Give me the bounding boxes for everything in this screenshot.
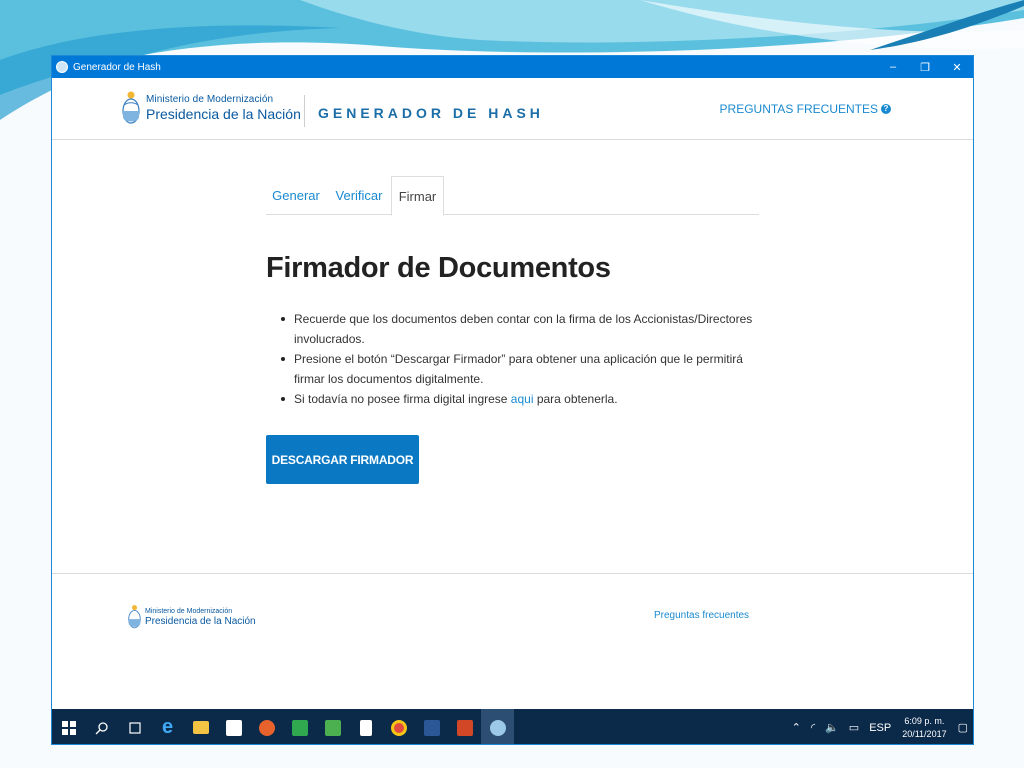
org-line1: Ministerio de Modernización [146,94,274,105]
page-title: Firmador de Documentos [266,252,611,284]
taskbar: e ⌃ ◜ 🔈 ▭ ESP 6:09 p. m. 20/11/2017 ▢ [52,709,973,744]
window-titlebar: Generador de Hash – ❐ ✕ [52,56,973,78]
clock[interactable]: 6:09 p. m. 20/11/2017 [896,715,952,741]
word-icon[interactable] [415,709,448,744]
notifications-icon[interactable]: ▢ [953,721,973,734]
list-item: Si todavía no posee firma digital ingres… [278,389,758,409]
app-icon [56,61,68,73]
footer-org-line1: Ministerio de Modernización [145,607,233,615]
volume-icon[interactable]: 🔈 [820,721,844,734]
keyboard-icon[interactable]: ▭ [844,721,864,734]
bullet3-text-before: Si todavía no posee firma digital ingres… [294,392,511,406]
question-icon: ? [881,104,891,114]
task-view-icon[interactable] [118,709,151,744]
close-button[interactable]: ✕ [941,56,973,78]
minimize-button[interactable]: – [877,56,909,78]
clock-date: 20/11/2017 [902,728,947,739]
language-indicator[interactable]: ESP [864,722,896,734]
coat-of-arms-icon [128,605,141,629]
tab-generar[interactable]: Generar [266,176,326,215]
faq-link[interactable]: PREGUNTAS FRECUENTES ? [720,102,891,116]
list-item: Recuerde que los documentos deben contar… [278,309,758,349]
window-title: Generador de Hash [73,61,161,73]
org-line2: Presidencia de la Nación [146,106,301,122]
brand-logo[interactable]: Ministerio de Modernización Presidencia … [122,88,301,128]
download-firmador-button[interactable]: DESCARGAR FIRMADOR [266,435,419,484]
tab-verificar[interactable]: Verificar [328,176,390,215]
firefox-icon[interactable] [250,709,283,744]
aqui-link[interactable]: aqui [511,392,534,406]
edge-browser-icon[interactable]: e [151,709,184,744]
hash-app-icon[interactable] [481,709,514,744]
coat-of-arms-icon [122,91,140,124]
file-explorer-icon[interactable] [184,709,217,744]
bullet3-text-after: para obtenerla. [533,392,618,406]
window-controls: – ❐ ✕ [877,56,973,78]
chrome-icon[interactable] [382,709,415,744]
app-window: Generador de Hash – ❐ ✕ Ministerio de Mo… [51,55,974,745]
app-green-icon[interactable] [283,709,316,744]
system-tray: ⌃ ◜ 🔈 ▭ ESP 6:09 p. m. 20/11/2017 ▢ [787,709,973,744]
faq-label: PREGUNTAS FRECUENTES [719,102,878,116]
chevron-up-icon[interactable]: ⌃ [787,721,806,734]
instructions-list: Recuerde que los documentos deben contar… [278,309,758,409]
footer-faq-link[interactable]: Preguntas frecuentes [654,610,749,621]
footer-org-line2: Presidencia de la Nación [145,615,256,627]
search-icon[interactable] [85,709,118,744]
powerpoint-icon[interactable] [448,709,481,744]
list-item: Presione el botón “Descargar Firmador” p… [278,349,758,389]
site-header: Ministerio de Modernización Presidencia … [52,78,973,140]
app-cloud-icon[interactable] [316,709,349,744]
store-icon[interactable] [217,709,250,744]
clock-time: 6:09 p. m. [904,715,945,726]
restore-button[interactable]: ❐ [909,56,941,78]
site-footer: Ministerio de Modernización Presidencia … [52,573,973,708]
wifi-icon[interactable]: ◜ [806,721,820,734]
footer-brand-logo[interactable]: Ministerio de Modernización Presidencia … [128,603,256,631]
windows-start-icon[interactable] [52,709,85,744]
header-divider [304,95,305,127]
tab-bar: Generar Verificar Firmar [266,176,759,216]
document-icon[interactable] [349,709,382,744]
app-name: GENERADOR DE HASH [318,105,544,121]
tab-firmar[interactable]: Firmar [391,176,444,216]
